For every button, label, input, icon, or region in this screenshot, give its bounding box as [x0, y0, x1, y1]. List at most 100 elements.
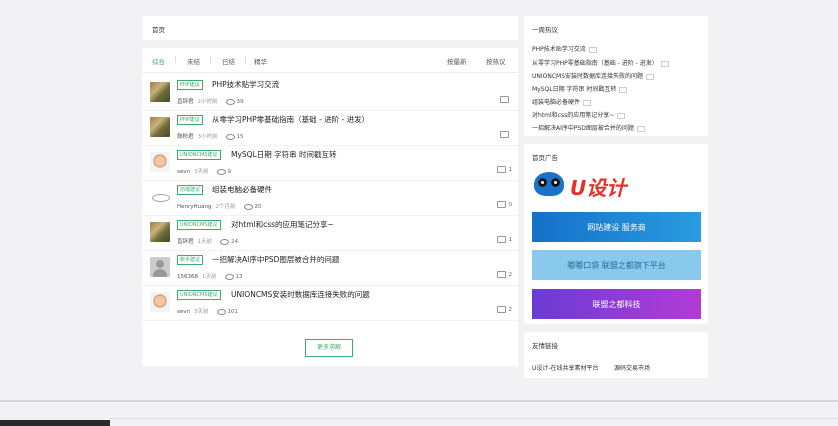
hot-post-link[interactable]: UNIONCMS安装时数据库连接失败的问题 [532, 71, 655, 80]
comment-icon [660, 60, 669, 67]
avatar[interactable] [150, 222, 170, 242]
tab-all[interactable]: 综合 [152, 56, 165, 66]
comment-icon [588, 46, 597, 53]
tab-solved[interactable]: 已结 [222, 56, 235, 66]
author-name[interactable]: 156368 [177, 274, 198, 280]
dudu-pocket-ad-banner[interactable]: 嘟嘟口袋 联盟之都旗下平台 [532, 250, 701, 280]
tab-unsolved[interactable]: 未结 [187, 56, 200, 66]
comment-icon [636, 125, 645, 132]
category-tag: PHP建议 [177, 80, 203, 90]
view-count: 15 [236, 134, 244, 140]
eye-icon [225, 133, 235, 140]
comment-icon [496, 236, 506, 243]
post-title-link[interactable]: PHP技术贴学习交流 [212, 79, 279, 90]
tab-divider [210, 56, 211, 63]
comment-icon [500, 131, 509, 138]
hot-post-link[interactable]: 一招解决AI序中PSD图层被合并的问题 [532, 123, 645, 132]
category-tag: UNIONCMS建议 [177, 220, 221, 230]
eye-icon [220, 238, 230, 245]
view-count: 39 [236, 99, 244, 105]
sort-hottest-link[interactable]: 按热议 [486, 56, 506, 66]
post-list-card: 综合 未结 已结 精华 按最新 按热议 PHP建议 PHP技术贴学习交流 直辞君… [142, 48, 518, 366]
comment-count-value: 1 [508, 237, 513, 243]
hot-post-link[interactable]: PHP技术贴学习交流 [532, 44, 597, 53]
avatar[interactable] [150, 152, 170, 172]
author-name[interactable]: 鼓粉君 [177, 134, 194, 140]
post-time: 2小时前 [197, 99, 218, 105]
breadcrumb-card: 首页 [142, 16, 518, 40]
website-build-ad-banner[interactable]: 网站建设 服务商 [532, 212, 701, 242]
eye-icon [216, 168, 226, 175]
post-title-link[interactable]: 组装电脑必备硬件 [212, 184, 272, 195]
friend-link[interactable]: U设计-在线共享素材平台 [532, 363, 599, 372]
avatar[interactable] [150, 82, 170, 102]
author-name[interactable]: sevn [177, 309, 190, 315]
hot-post-link[interactable]: 对html和css的应用笔记分享~ [532, 110, 626, 119]
hot-post-link[interactable]: 从零学习PHP零基础指南（基础 - 进阶 - 进发） [532, 58, 669, 67]
comment-count [500, 96, 512, 103]
tab-featured[interactable]: 精华 [254, 56, 267, 66]
author-name[interactable]: 直辞君 [177, 239, 194, 245]
comment-count: 2 [496, 306, 513, 313]
u-design-ad-banner[interactable]: U设计 [532, 170, 701, 202]
comment-count-value: 2 [508, 307, 513, 313]
footer-block [0, 420, 110, 426]
post-title-link[interactable]: MySQL日期 字符串 时间戳互转 [231, 149, 337, 160]
hot-post-link[interactable]: 组装电脑必备硬件 [532, 97, 592, 106]
sort-newest-link[interactable]: 按最新 [447, 56, 467, 66]
avatar[interactable] [150, 257, 170, 277]
friend-links-title: 友情链接 [532, 342, 558, 350]
weekly-hot-card: 一周热议 PHP技术贴学习交流 从零学习PHP零基础指南（基础 - 进阶 - 进… [524, 16, 708, 136]
footer-line [110, 418, 838, 419]
category-tag: UNIONCMS建议 [177, 150, 221, 160]
comment-icon [619, 86, 628, 93]
post-meta: HenryHuang 2个月前 20 [177, 202, 262, 210]
view-count: 24 [231, 239, 239, 245]
post-item: UNIONCMS建议 MySQL日期 字符串 时间戳互转 sevn 3天前 9 1 [142, 146, 518, 181]
comment-icon [496, 166, 506, 173]
view-count: 101 [227, 309, 239, 315]
avatar[interactable] [150, 117, 170, 137]
author-name[interactable]: HenryHuang [177, 204, 212, 210]
post-title-link[interactable]: 从零学习PHP零基础指南（基础 - 进阶 - 进发） [212, 114, 369, 125]
post-item: 前端建议 组装电脑必备硬件 HenryHuang 2个月前 20 0 [142, 181, 518, 216]
view-count: 13 [235, 274, 243, 280]
comment-icon [496, 201, 506, 208]
comment-icon [496, 271, 506, 278]
post-item: PHP建议 从零学习PHP零基础指南（基础 - 进阶 - 进发） 鼓粉君 3小时前… [142, 111, 518, 146]
filter-tabs: 综合 未结 已结 精华 按最新 按热议 [142, 48, 518, 73]
league-tech-ad-banner[interactable]: 联盟之都科技 [532, 289, 701, 319]
hot-post-link[interactable]: MySQL日期 字符串 时间戳互转 [532, 84, 628, 93]
more-posts-button[interactable]: 更多求解 [305, 339, 353, 357]
friend-link[interactable]: 源码交易市场 [614, 363, 650, 372]
post-title-link[interactable]: 一招解决AI序中PSD图层被合并的问题 [212, 254, 339, 265]
post-item: UNIONCMS建议 UNIONCMS安装时数据库连接失败的问题 sevn 3天前… [142, 286, 518, 321]
comment-count: 1 [496, 236, 513, 243]
category-tag: 前端建议 [177, 185, 204, 195]
author-name[interactable]: sevn [177, 169, 190, 175]
comment-count [500, 131, 512, 138]
post-title-link[interactable]: 对html和css的应用笔记分享~ [231, 219, 334, 230]
author-name[interactable]: 直辞君 [177, 99, 194, 105]
post-meta: sevn 3天前 9 [177, 167, 231, 175]
view-count: 20 [254, 204, 262, 210]
comment-count-value: 1 [508, 167, 513, 173]
weekly-hot-title: 一周热议 [532, 26, 558, 34]
comment-count: 2 [496, 271, 513, 278]
comment-icon [500, 96, 509, 103]
comment-count-value: 2 [508, 272, 513, 278]
post-meta: 鼓粉君 3小时前 15 [177, 132, 244, 140]
avatar[interactable] [150, 187, 170, 207]
comment-icon [496, 306, 506, 313]
category-tag: UNIONCMS建议 [177, 290, 221, 300]
post-meta: 156368 1天前 13 [177, 272, 243, 280]
owl-logo-icon [534, 172, 564, 196]
post-time: 3天前 [194, 169, 209, 175]
breadcrumb[interactable]: 首页 [152, 24, 165, 34]
post-time: 3小时前 [197, 134, 218, 140]
avatar[interactable] [150, 292, 170, 312]
post-title-link[interactable]: UNIONCMS安装时数据库连接失败的问题 [231, 289, 370, 300]
tab-divider [245, 56, 246, 63]
eye-icon [243, 203, 253, 210]
post-time: 1天前 [202, 274, 217, 280]
